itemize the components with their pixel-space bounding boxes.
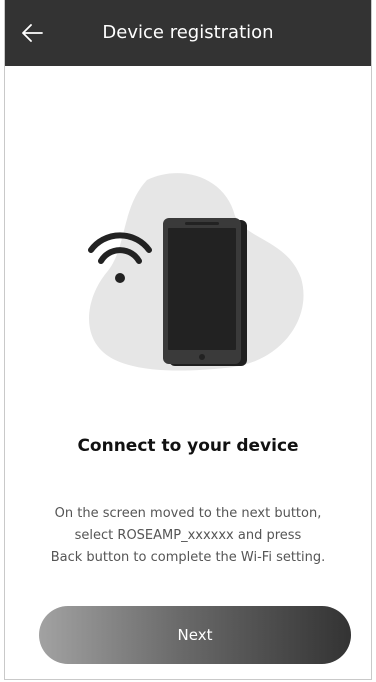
instruction-line: select ROSEAMP_xxxxxx and press [74, 528, 302, 543]
instruction-line: Back button to complete the Wi-Fi settin… [50, 550, 326, 565]
smartphone-icon [163, 218, 247, 366]
instruction-text: On the screen moved to the next button, … [25, 503, 351, 569]
top-bar: Device registration [5, 0, 371, 66]
next-button[interactable]: Next [39, 606, 351, 664]
app-screen: Device registration Connect to your devi… [4, 0, 372, 680]
arrow-left-icon [22, 24, 43, 42]
connection-illustration [75, 168, 315, 378]
back-button[interactable] [17, 20, 47, 46]
page-title: Device registration [102, 22, 274, 43]
instruction-line: On the screen moved to the next button, [54, 506, 322, 521]
connect-heading: Connect to your device [77, 436, 299, 456]
